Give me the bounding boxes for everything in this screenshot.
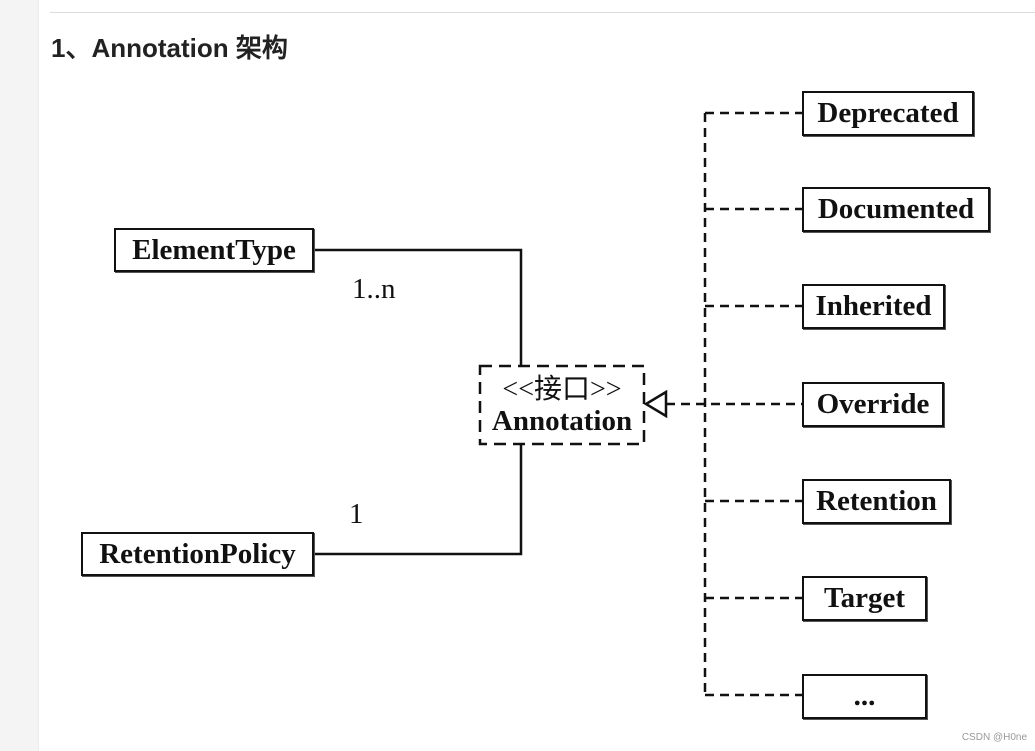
- impl-name: Documented: [817, 193, 975, 225]
- interface-annotation: <<接口>> Annotation: [479, 365, 645, 445]
- interface-name: Annotation: [491, 405, 633, 437]
- impl-box-documented: Documented: [802, 187, 990, 232]
- impl-name: Retention: [816, 485, 937, 517]
- impl-box-more: ...: [802, 674, 927, 719]
- impl-box-deprecated: Deprecated: [802, 91, 974, 136]
- impl-box-inherited: Inherited: [802, 284, 945, 329]
- realization-arrowhead: [643, 389, 668, 419]
- class-box-retentionpolicy: RetentionPolicy: [81, 532, 314, 576]
- impl-box-override: Override: [802, 382, 944, 427]
- impl-name: Inherited: [815, 290, 932, 322]
- class-name: RetentionPolicy: [99, 537, 296, 570]
- watermark: CSDN @H0ne: [961, 732, 1027, 743]
- interface-stereotype: <<接口>>: [502, 374, 622, 405]
- impl-box-target: Target: [802, 576, 927, 621]
- multiplicity-label: 1..n: [352, 273, 396, 305]
- association-line-retentionpolicy: [314, 445, 523, 556]
- impl-name: ...: [853, 680, 876, 712]
- class-name: ElementType: [132, 233, 296, 266]
- impl-name: Target: [823, 582, 906, 614]
- implementation-branches: [666, 111, 802, 697]
- impl-name: Override: [816, 388, 930, 420]
- association-line-elementtype: [314, 248, 523, 365]
- class-box-elementtype: ElementType: [114, 228, 314, 272]
- impl-box-retention: Retention: [802, 479, 951, 524]
- multiplicity-label: 1: [349, 498, 364, 530]
- impl-name: Deprecated: [817, 97, 959, 129]
